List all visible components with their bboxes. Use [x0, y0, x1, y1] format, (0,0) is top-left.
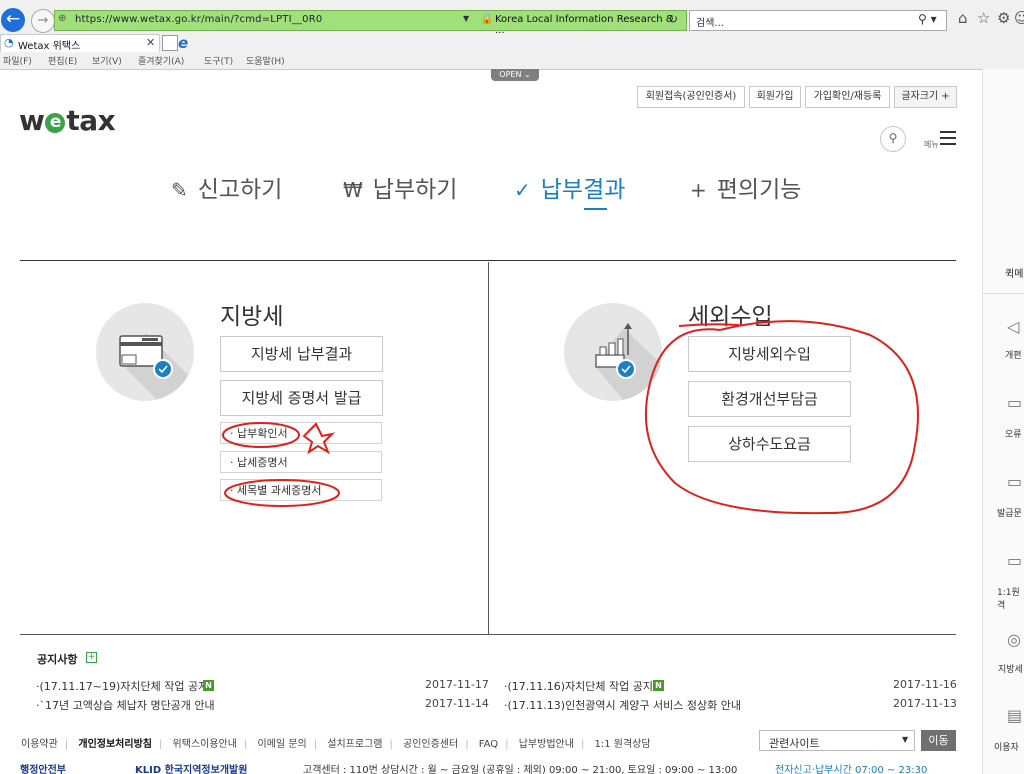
separator: | [158, 739, 163, 750]
quick-item[interactable]: 발급문 [997, 506, 1022, 519]
quick-menu-title: 퀵메 [1005, 269, 1024, 280]
notice-item[interactable]: ·`17년 고액상습 체납자 명단공개 안내 [36, 697, 215, 713]
related-site-select[interactable]: 관련사이트 ▼ [759, 730, 915, 751]
related-site-value: 관련사이트 [769, 737, 820, 750]
footer-info-strip: 행정안전부 KLID 한국지역정보개발원 고객센터 : 110번 상담시간 : … [0, 760, 982, 774]
quick-item[interactable]: 1:1원격 [997, 585, 1024, 611]
red-annotation-marks [222, 320, 919, 515]
notice-item[interactable]: ·(17.11.16)자치단체 작업 공지 [504, 678, 653, 694]
footer-terms-link[interactable]: 이용약관 [21, 739, 58, 750]
mois-logo: 행정안전부 [20, 765, 66, 774]
separator: | [580, 739, 585, 750]
quick-item[interactable]: 오류 [1005, 427, 1022, 440]
go-button[interactable]: 이동 [921, 730, 956, 751]
separator: | [505, 739, 509, 750]
footer-payment-guide-link[interactable]: 납부방법안내 [519, 739, 574, 750]
chevron-down-icon: ▼ [902, 735, 909, 744]
footer-links: 이용약관 | 개인정보처리방침 | 위택스이용안내 | 이메일 문의 | 설치프로그램 |… [21, 735, 658, 750]
separator: | [313, 739, 318, 750]
notice-date: 2017-11-17 [425, 678, 489, 691]
notice-more-button[interactable]: + [86, 652, 97, 663]
notice-date: 2017-11-14 [425, 697, 489, 710]
megaphone-icon[interactable]: ◁ [1007, 317, 1019, 336]
customer-center-info: 고객센터 : 110번 상담시간 : 월 ~ 금요일 (공휴일 : 제외) 09… [303, 765, 738, 774]
quick-menu-panel: 퀵메 ◁ 개편 ▭ 오류 ▭ 발급문 ▭ 1:1원격 ◎ 지방세 ▤ 이용자 [982, 69, 1024, 774]
footer-faq-link[interactable]: FAQ [479, 739, 498, 750]
separator: | [465, 739, 469, 750]
new-badge: N [203, 680, 214, 691]
footer-cert-link[interactable]: 공인인증센터 [403, 739, 458, 750]
notice-item[interactable]: ·(17.11.13)인천광역시 계양구 서비스 정상화 안내 [504, 697, 741, 713]
quick-item[interactable]: 지방세 [998, 662, 1023, 675]
user-guide-icon[interactable]: ▤ [1007, 706, 1022, 725]
separator: | [64, 739, 69, 750]
notice-item[interactable]: ·(17.11.17~19)자치단체 작업 공지 [36, 678, 208, 694]
local-tax-icon[interactable]: ◎ [1007, 630, 1021, 649]
footer-privacy-link[interactable]: 개인정보처리방침 [78, 739, 152, 750]
quick-item[interactable]: 개편 [1005, 348, 1022, 361]
klid-logo: KLID 한국지역정보개발원 [135, 765, 248, 774]
new-badge: N [653, 680, 664, 691]
divider [983, 293, 1024, 294]
notice-date: 2017-11-13 [893, 697, 957, 710]
divider [20, 634, 956, 635]
quick-item[interactable]: 이용자 [994, 740, 1019, 753]
issue-doc-icon[interactable]: ▭ [1007, 472, 1022, 491]
footer-remote-link[interactable]: 1:1 원격상담 [595, 739, 651, 750]
e-service-hours: 전자신고·납부시간 07:00 ~ 23:30 [775, 765, 928, 774]
footer-guide-link[interactable]: 위택스이용안내 [173, 739, 237, 750]
notice-title: 공지사항 [37, 653, 78, 666]
separator: | [243, 739, 248, 750]
error-doc-icon[interactable]: ▭ [1007, 393, 1022, 412]
remote-support-icon[interactable]: ▭ [1007, 551, 1022, 570]
footer-email-link[interactable]: 이메일 문의 [258, 739, 307, 750]
separator: | [389, 739, 393, 750]
notice-date: 2017-11-16 [893, 678, 957, 691]
footer-install-link[interactable]: 설치프로그램 [327, 739, 382, 750]
